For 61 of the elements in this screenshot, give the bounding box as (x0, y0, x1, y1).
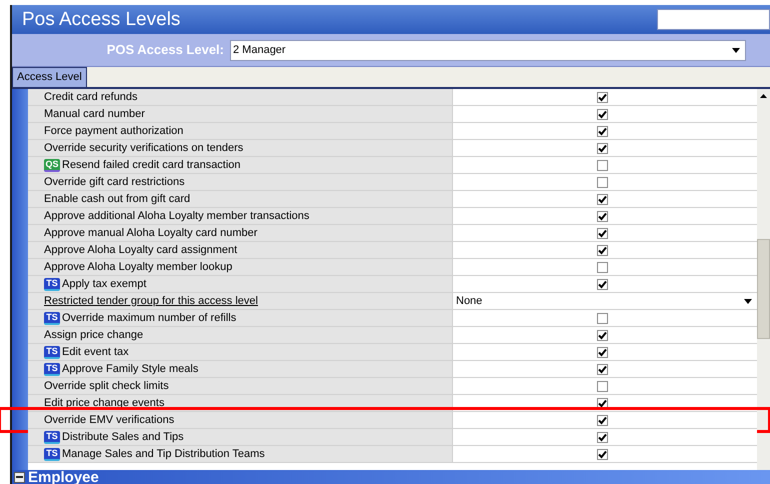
setting-label: Assign price change (44, 328, 144, 343)
tab[interactable]: Access Level (12, 67, 87, 87)
checkbox[interactable] (597, 92, 608, 102)
setting-label: Approve manual Aloha Loyalty card number (44, 226, 258, 241)
checkbox[interactable] (597, 160, 608, 170)
badge-icon: TS (44, 346, 60, 358)
setting-label: Override maximum number of refills (62, 310, 236, 326)
checkbox[interactable] (597, 380, 608, 392)
badge-icon: TS (44, 430, 60, 444)
setting-label: Approve Family Style meals (62, 362, 198, 377)
checkbox[interactable] (597, 262, 608, 272)
setting-label: Manual card number (44, 106, 145, 122)
setting-label: Approve Aloha Loyalty card assignment (44, 242, 238, 258)
badge-icon: TS (44, 278, 60, 290)
caret-icon (744, 298, 752, 304)
checkbox[interactable] (597, 194, 608, 204)
scrollbar[interactable] (757, 89, 770, 470)
caret-icon (732, 48, 740, 52)
setting-label: Restricted tender group for this access level (44, 294, 258, 309)
filter-label: POS Access Level: (106, 41, 225, 60)
scroll-thumb[interactable] (757, 239, 770, 339)
badge-icon: TS (44, 312, 60, 324)
setting-label: Resend failed credit card transaction (62, 158, 241, 173)
checkbox[interactable] (597, 398, 608, 408)
checkbox[interactable] (597, 432, 608, 442)
title-search-field[interactable] (657, 9, 770, 30)
setting-label: Credit card refunds (44, 90, 138, 105)
setting-label: Enable cash out from gift card (44, 192, 190, 207)
checkbox[interactable] (597, 312, 608, 324)
badge-icon: QS (44, 158, 60, 172)
checkbox[interactable] (597, 448, 608, 460)
checkbox[interactable] (597, 142, 608, 154)
setting-label: Approve Aloha Loyalty member lookup (44, 260, 232, 275)
window-title: Pos Access Levels (22, 10, 180, 29)
setting-label: Approve additional Aloha Loyalty member transactions (44, 208, 310, 224)
checkbox[interactable] (597, 346, 608, 358)
badge-icon: TS (44, 448, 60, 460)
setting-label: Override security verifications on tenders (44, 140, 244, 156)
setting-label: Force payment authorization (44, 124, 184, 139)
checkbox[interactable] (597, 244, 608, 256)
setting-label: Edit event tax (62, 344, 129, 360)
badge-icon: TS (44, 362, 60, 376)
collapse-icon[interactable] (14, 472, 25, 482)
checkbox[interactable] (597, 210, 608, 222)
tender-group-dropdown[interactable]: None (453, 292, 757, 310)
checkbox[interactable] (597, 414, 608, 426)
setting-label: Manage Sales and Tip Distribution Teams (62, 446, 265, 462)
setting-label: Override EMV verifications (44, 412, 174, 428)
checkbox[interactable] (597, 278, 608, 290)
checkbox[interactable] (597, 176, 608, 188)
checkbox[interactable] (597, 126, 608, 136)
checkbox[interactable] (597, 228, 608, 238)
access-level-dropdown[interactable]: 2 Manager (230, 40, 746, 60)
setting-label: Apply tax exempt (62, 276, 146, 292)
setting-label: Edit price change events (44, 396, 164, 411)
checkbox[interactable] (597, 108, 608, 120)
checkbox[interactable] (597, 330, 608, 340)
setting-label: Override split check limits (44, 378, 169, 394)
setting-label: Override gift card restrictions (44, 174, 185, 190)
setting-label: Distribute Sales and Tips (62, 430, 184, 445)
checkbox[interactable] (597, 364, 608, 374)
